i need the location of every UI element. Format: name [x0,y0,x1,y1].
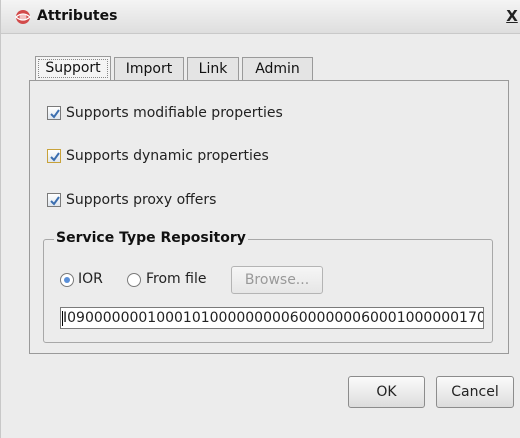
cancel-button[interactable]: Cancel [436,376,514,408]
app-icon [15,9,31,25]
tab-admin[interactable]: Admin [242,57,313,81]
from-file-radio[interactable] [127,273,141,287]
proxy-checkbox[interactable] [47,193,61,207]
dynamic-label: Supports dynamic properties [66,148,269,164]
ok-button[interactable]: OK [348,376,425,408]
from-file-radio-label[interactable]: From file [146,271,206,287]
close-icon: X [506,7,518,25]
modifiable-checkbox[interactable] [47,106,61,120]
tab-support[interactable]: Support [35,56,111,81]
browse-button[interactable]: Browse... [231,266,323,294]
repository-group-title: Service Type Repository [54,230,248,246]
attributes-dialog: Attributes X Support Import Link Admin S… [0,0,520,438]
check-icon [50,109,60,119]
title-bar[interactable]: Attributes X [1,0,520,34]
check-icon [50,196,60,206]
tab-import[interactable]: Import [114,57,184,81]
ior-input-value: I090000000100010100000000060000000600010… [63,310,484,326]
proxy-label: Supports proxy offers [66,192,217,208]
ior-input[interactable]: I090000000100010100000000060000000600010… [60,307,484,329]
ior-radio-label[interactable]: IOR [78,271,103,287]
check-icon [50,152,60,162]
close-button[interactable]: X [503,6,520,26]
tab-link[interactable]: Link [187,57,239,81]
ior-radio[interactable] [60,273,74,287]
window-title: Attributes [37,8,118,24]
modifiable-label: Supports modifiable properties [66,105,283,121]
dynamic-checkbox[interactable] [47,149,61,163]
